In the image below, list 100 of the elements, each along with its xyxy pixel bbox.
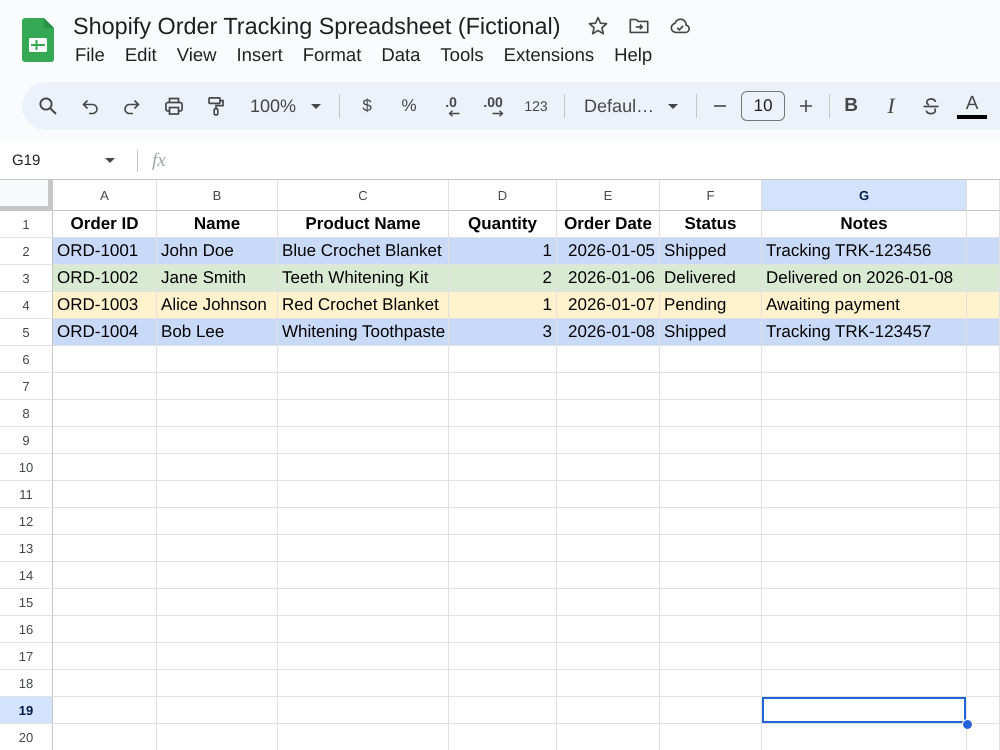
- font-size-field[interactable]: 10: [741, 91, 786, 121]
- text-color-button[interactable]: A: [955, 88, 990, 124]
- empty-cell[interactable]: [449, 400, 557, 427]
- row-header[interactable]: 14: [0, 562, 53, 589]
- empty-cell[interactable]: [449, 373, 557, 400]
- empty-cell[interactable]: [449, 508, 557, 535]
- row-header[interactable]: 2: [0, 238, 53, 265]
- row-header[interactable]: 6: [0, 346, 53, 373]
- empty-cell[interactable]: [557, 535, 660, 562]
- menu-item[interactable]: View: [166, 43, 226, 67]
- empty-cell[interactable]: [449, 346, 557, 373]
- empty-cell[interactable]: [967, 346, 1000, 373]
- empty-cell[interactable]: [157, 508, 278, 535]
- row-header[interactable]: 11: [0, 481, 53, 508]
- empty-cell[interactable]: [967, 616, 1000, 643]
- row-header[interactable]: 16: [0, 616, 53, 643]
- empty-cell[interactable]: [278, 535, 449, 562]
- select-all-corner[interactable]: [0, 180, 53, 211]
- menu-item[interactable]: Data: [371, 43, 430, 67]
- empty-cell[interactable]: [449, 697, 557, 724]
- row-header[interactable]: 7: [0, 373, 53, 400]
- row-header[interactable]: 13: [0, 535, 53, 562]
- empty-cell[interactable]: [278, 508, 449, 535]
- currency-format-button[interactable]: $: [350, 90, 384, 122]
- row-header[interactable]: 18: [0, 670, 53, 697]
- empty-cell[interactable]: [660, 697, 762, 724]
- empty-cell[interactable]: [157, 400, 278, 427]
- empty-cell[interactable]: [660, 643, 762, 670]
- empty-cell[interactable]: [967, 373, 1000, 400]
- spreadsheet-logo-icon[interactable]: [22, 18, 54, 62]
- column-header[interactable]: E: [557, 180, 660, 211]
- menu-item[interactable]: File: [65, 43, 115, 67]
- empty-cell[interactable]: [157, 643, 278, 670]
- star-icon[interactable]: [586, 15, 609, 37]
- empty-cell[interactable]: [278, 589, 449, 616]
- menu-item[interactable]: Insert: [226, 43, 293, 67]
- empty-cell[interactable]: [278, 346, 449, 373]
- empty-cell[interactable]: [762, 427, 967, 454]
- empty-cell[interactable]: [762, 508, 967, 535]
- column-header[interactable]: B: [157, 180, 278, 211]
- empty-cell[interactable]: [278, 427, 449, 454]
- empty-cell[interactable]: [660, 400, 762, 427]
- empty-cell[interactable]: [557, 562, 660, 589]
- empty-cell[interactable]: [278, 616, 449, 643]
- table-cell[interactable]: Bob Lee: [157, 319, 278, 346]
- empty-cell[interactable]: [660, 454, 762, 481]
- menu-item[interactable]: Edit: [114, 43, 167, 67]
- row-header[interactable]: 8: [0, 400, 53, 427]
- column-header[interactable]: F: [660, 180, 762, 211]
- empty-cell[interactable]: [449, 616, 557, 643]
- empty-cell[interactable]: [557, 670, 660, 697]
- empty-cell[interactable]: [449, 481, 557, 508]
- empty-cell[interactable]: [157, 697, 278, 724]
- row-header[interactable]: 5: [0, 319, 53, 346]
- empty-cell[interactable]: [660, 427, 762, 454]
- empty-cell[interactable]: [557, 481, 660, 508]
- empty-cell[interactable]: [157, 373, 278, 400]
- empty-cell[interactable]: [967, 427, 1000, 454]
- row-header[interactable]: 3: [0, 265, 53, 292]
- empty-cell[interactable]: [557, 589, 660, 616]
- empty-cell[interactable]: [967, 481, 1000, 508]
- empty-cell[interactable]: [449, 562, 557, 589]
- row-header[interactable]: 19: [0, 697, 53, 724]
- document-title[interactable]: Shopify Order Tracking Spreadsheet (Fictional): [73, 12, 561, 40]
- menu-item[interactable]: Tools: [430, 43, 494, 67]
- empty-cell[interactable]: [557, 454, 660, 481]
- row-header[interactable]: 1: [0, 211, 53, 238]
- empty-cell[interactable]: [557, 427, 660, 454]
- table-cell[interactable]: Shipped: [660, 319, 762, 346]
- table-cell[interactable]: 2026-01-08: [557, 319, 660, 346]
- decrease-decimal-button[interactable]: .0: [434, 90, 468, 122]
- empty-cell[interactable]: [449, 427, 557, 454]
- empty-cell[interactable]: [967, 643, 1000, 670]
- empty-cell[interactable]: [557, 616, 660, 643]
- empty-cell[interactable]: [278, 697, 449, 724]
- italic-button[interactable]: I: [875, 90, 908, 122]
- empty-cell[interactable]: [157, 427, 278, 454]
- empty-cell[interactable]: [660, 562, 762, 589]
- row-header[interactable]: 4: [0, 292, 53, 319]
- column-header[interactable]: G: [762, 180, 967, 211]
- increase-decimal-button[interactable]: .00: [476, 90, 510, 122]
- empty-cell[interactable]: [967, 535, 1000, 562]
- empty-cell[interactable]: [557, 346, 660, 373]
- empty-cell[interactable]: [660, 373, 762, 400]
- column-header[interactable]: C: [278, 180, 449, 211]
- caret-icon[interactable]: [105, 158, 115, 163]
- row-header[interactable]: 17: [0, 643, 53, 670]
- empty-cell[interactable]: [157, 562, 278, 589]
- empty-cell[interactable]: [278, 373, 449, 400]
- empty-cell[interactable]: [660, 508, 762, 535]
- empty-cell[interactable]: [762, 481, 967, 508]
- number-format-button[interactable]: 123: [518, 90, 554, 122]
- empty-cell[interactable]: [660, 535, 762, 562]
- column-header[interactable]: [967, 180, 1000, 211]
- empty-cell[interactable]: [557, 400, 660, 427]
- menu-item[interactable]: Help: [604, 43, 662, 67]
- empty-cell[interactable]: [449, 454, 557, 481]
- row-header[interactable]: 10: [0, 454, 53, 481]
- empty-cell[interactable]: [762, 400, 967, 427]
- empty-cell[interactable]: [967, 508, 1000, 535]
